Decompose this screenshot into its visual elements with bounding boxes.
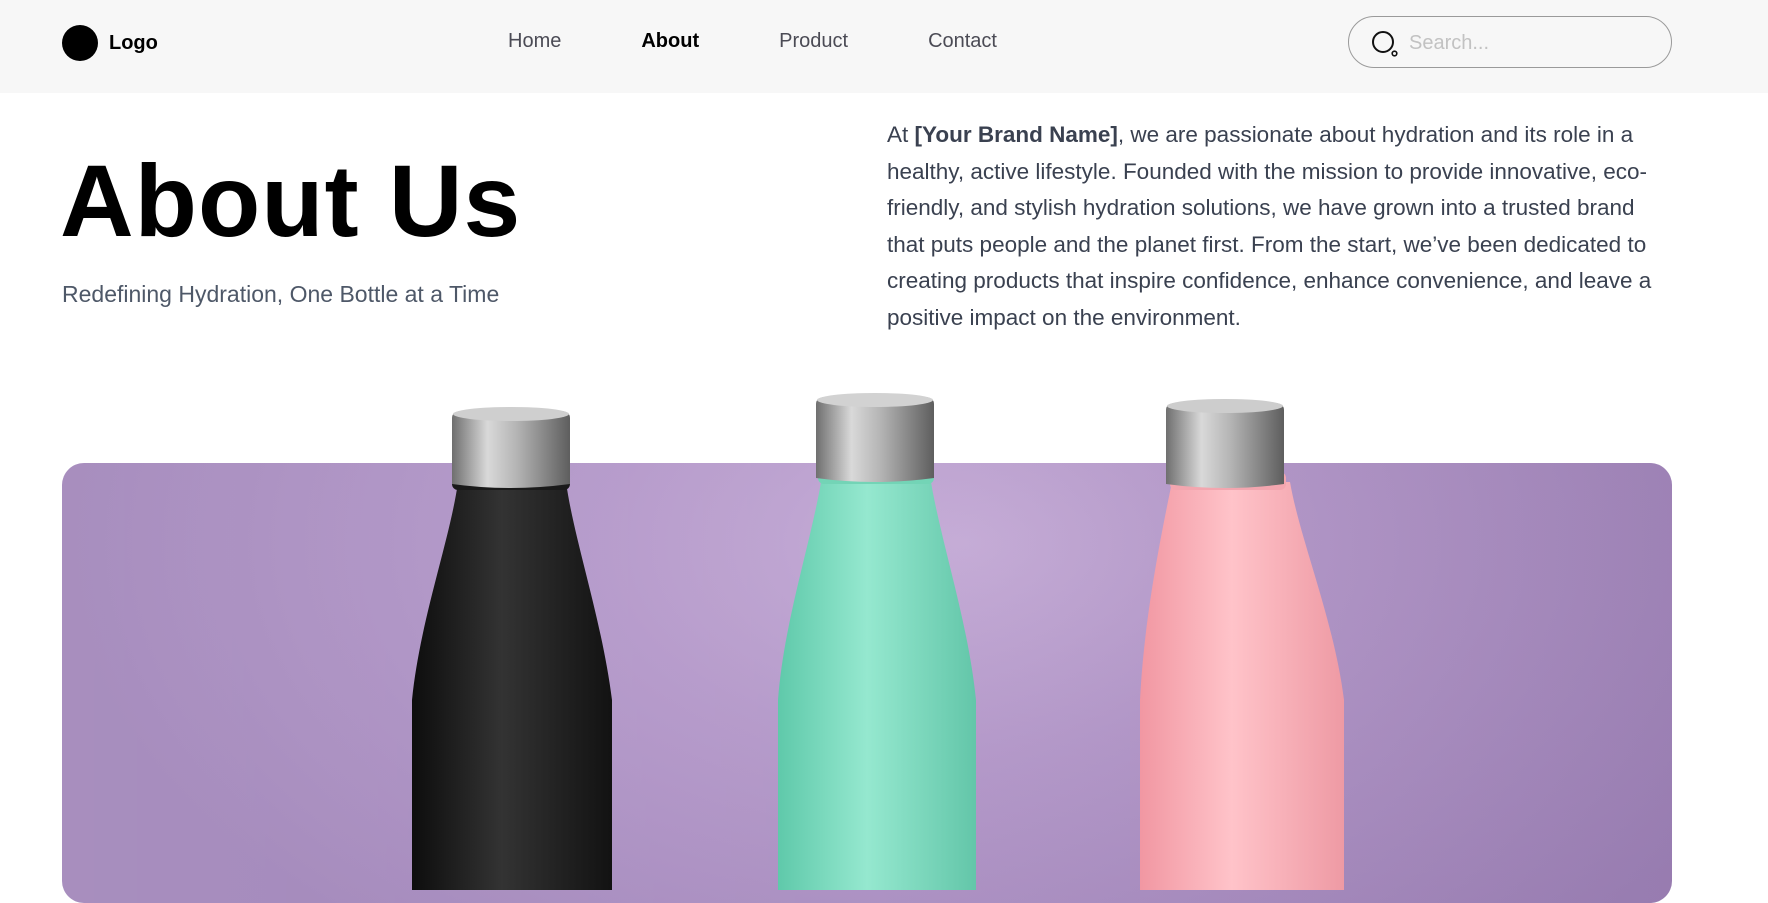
about-body: , we are passionate about hydration and … <box>887 122 1652 330</box>
nav-link-contact[interactable]: Contact <box>928 30 997 53</box>
page-title: About Us <box>60 144 522 258</box>
about-paragraph: At [Your Brand Name], we are passionate … <box>887 117 1672 336</box>
main-nav: Home About Product Contact <box>508 30 997 53</box>
top-navbar: Logo Home About Product Contact <box>0 0 1768 93</box>
search-icon <box>1372 31 1398 57</box>
nav-link-product[interactable]: Product <box>779 30 848 53</box>
search-input[interactable] <box>1409 29 1649 57</box>
nav-link-home[interactable]: Home <box>508 30 561 53</box>
logo[interactable]: Logo <box>62 25 158 61</box>
search-box[interactable] <box>1348 16 1672 68</box>
page-subtitle: Redefining Hydration, One Bottle at a Ti… <box>62 281 500 307</box>
hero-banner-image <box>62 463 1672 903</box>
nav-link-about[interactable]: About <box>641 30 699 53</box>
logo-circle-icon <box>62 25 98 61</box>
about-intro: At <box>887 122 915 147</box>
brand-name: [Your Brand Name] <box>914 122 1118 147</box>
logo-label: Logo <box>109 31 158 54</box>
